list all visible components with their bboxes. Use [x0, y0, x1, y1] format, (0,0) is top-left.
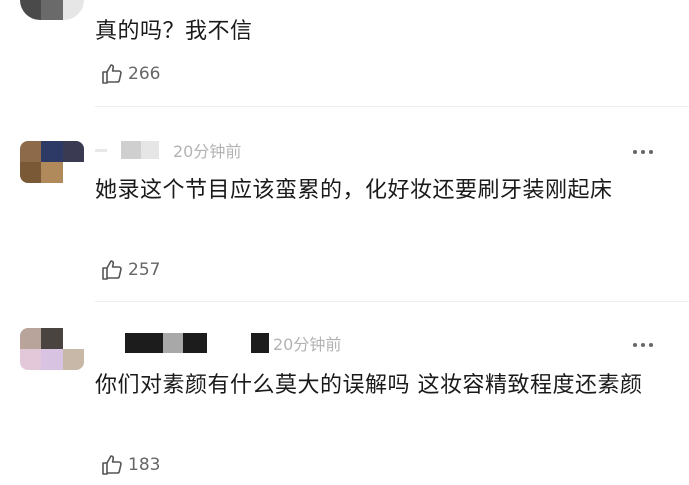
- like-button[interactable]: 183: [100, 453, 160, 477]
- comment-text: 你们对素颜有什么莫大的误解吗 这妆容精致程度还素颜: [95, 373, 643, 398]
- more-button[interactable]: [633, 340, 653, 350]
- thumbs-up-icon: [102, 260, 122, 280]
- username-redacted: [95, 140, 159, 160]
- more-button[interactable]: [633, 147, 653, 157]
- more-dots-icon: [633, 343, 637, 347]
- thumbs-up-icon: [102, 64, 122, 84]
- comment-time: 20分钟前: [273, 335, 342, 354]
- like-count: 257: [128, 260, 161, 280]
- comment-text: 她录这个节目应该蛮累的，化好妆还要刷牙装刚起床: [95, 178, 613, 203]
- comment-item: 20分钟前 她录这个节目应该蛮累的，化好妆还要刷牙装刚起床 257: [0, 107, 689, 302]
- thumbs-up-icon: [102, 455, 122, 475]
- comment-meta: 20分钟前: [95, 330, 341, 356]
- avatar[interactable]: [20, 0, 84, 20]
- comment-time: 20分钟前: [173, 142, 242, 161]
- more-dots-icon: [633, 150, 637, 154]
- comment-text: 真的吗？我不信: [95, 19, 253, 44]
- avatar[interactable]: [20, 141, 84, 183]
- like-button[interactable]: 257: [100, 258, 160, 282]
- like-count: 266: [128, 64, 161, 84]
- comment-meta: 20分钟前: [95, 137, 241, 163]
- username-redacted: [95, 333, 269, 353]
- avatar[interactable]: [20, 328, 84, 370]
- like-button[interactable]: 266: [100, 62, 160, 86]
- comment-item: 真的吗？我不信 266: [0, 0, 689, 108]
- comment-item: 20分钟前 你们对素颜有什么莫大的误解吗 这妆容精致程度还素颜 183: [0, 302, 689, 485]
- like-count: 183: [128, 455, 161, 475]
